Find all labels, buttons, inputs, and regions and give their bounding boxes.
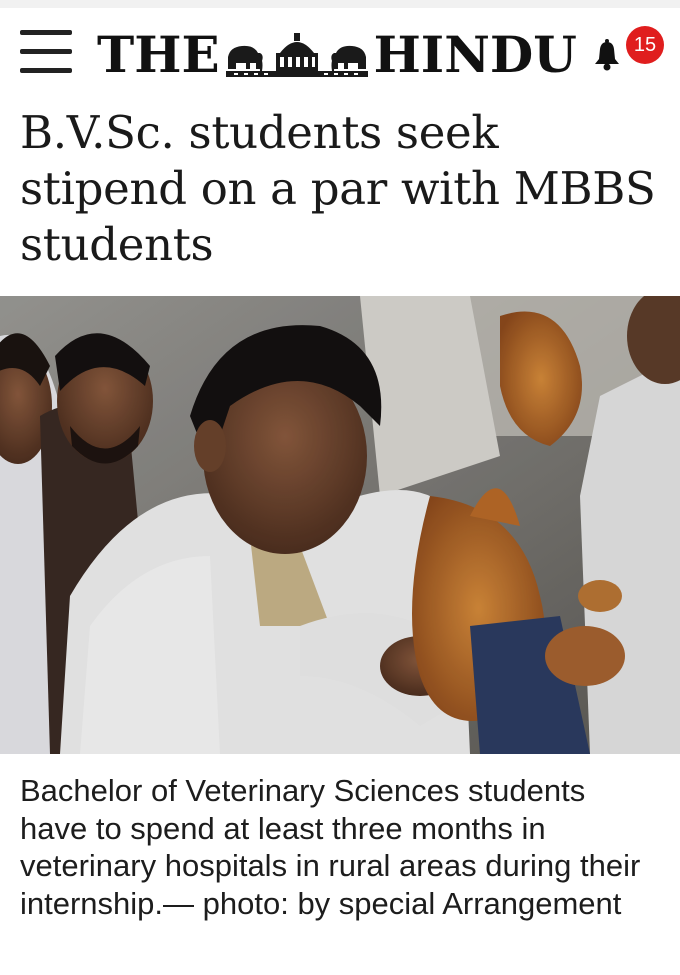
app-header: THE HINDU 15 <box>0 8 680 92</box>
logo-emblem-icon <box>225 33 368 77</box>
photo-caption: Bachelor of Veterinary Sciences students… <box>20 773 641 921</box>
article-photo[interactable] <box>0 296 680 754</box>
site-logo[interactable]: THE HINDU <box>97 22 577 88</box>
logo-text-the: THE <box>97 25 220 84</box>
status-strip <box>0 0 680 8</box>
bell-icon[interactable] <box>592 38 622 72</box>
article-photo-image <box>0 296 680 754</box>
hamburger-menu-icon[interactable] <box>20 30 72 74</box>
notification-count-badge[interactable]: 15 <box>626 26 664 64</box>
logo-text-hindu: HINDU <box>373 25 577 84</box>
article-headline: B.V.Sc. students seek stipend on a par w… <box>20 106 656 271</box>
